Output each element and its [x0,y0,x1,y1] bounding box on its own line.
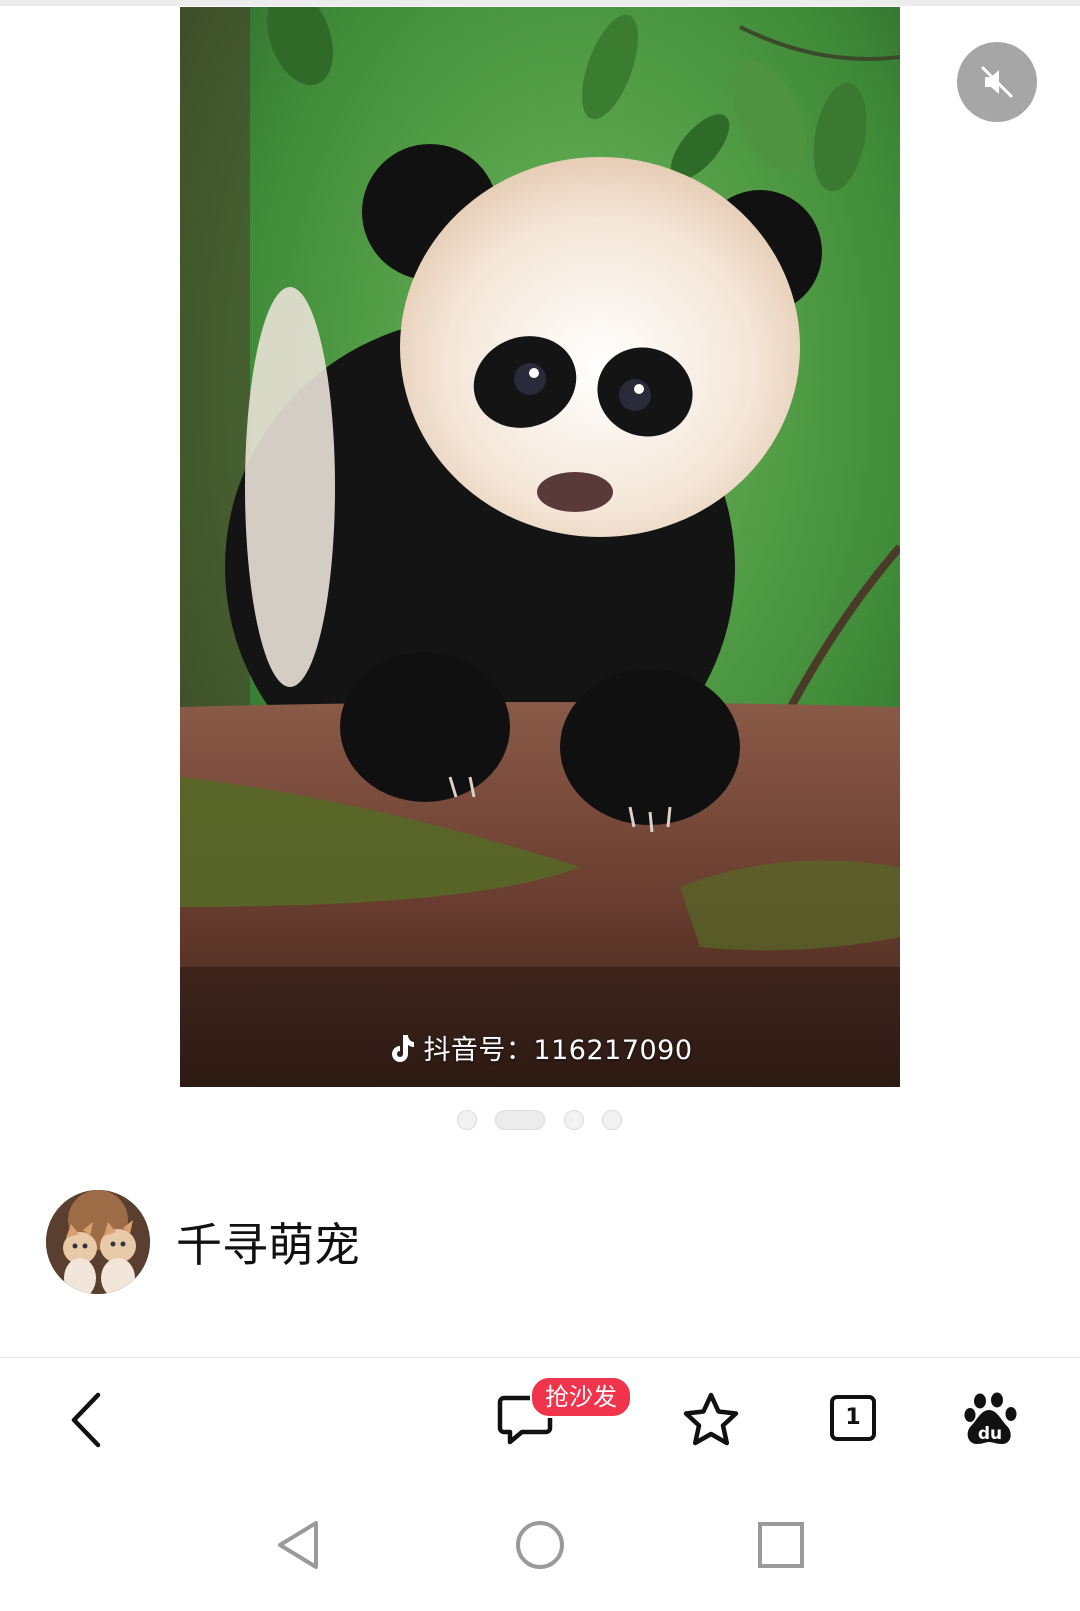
back-button[interactable] [56,1388,116,1452]
kittens-avatar-image [46,1190,150,1294]
tab-count-button[interactable]: 1 [830,1395,876,1441]
system-nav-bar [0,1500,1080,1611]
circle-home-icon [516,1521,564,1569]
baidu-button[interactable]: du [962,1390,1020,1450]
author-name[interactable]: 千寻萌宠 [176,1209,360,1275]
square-recents-icon [758,1522,804,1568]
panda-photo [180,7,900,1087]
system-home-button[interactable] [514,1518,566,1572]
chevron-left-icon [71,1392,101,1448]
carousel-dot[interactable] [602,1110,622,1130]
system-recents-button[interactable] [756,1520,806,1570]
carousel-dot[interactable] [457,1110,477,1130]
author-row[interactable]: 千寻萌宠 [46,1190,360,1294]
speaker-muted-icon [981,66,1013,98]
carousel-indicator [0,1110,1080,1132]
mute-button[interactable] [957,42,1037,122]
carousel-dot-active[interactable] [495,1110,545,1130]
carousel-dot[interactable] [564,1110,584,1130]
post-image[interactable]: 抖音号：116217090 [180,7,900,1087]
favorite-button[interactable] [680,1390,742,1450]
comment-badge: 抢沙发 [530,1376,632,1418]
watermark-text: 抖音号：116217090 [423,1035,693,1066]
tiktok-logo-icon [392,1034,415,1062]
svg-text:du: du [978,1424,1002,1444]
status-strip [0,0,1080,6]
baidu-paw-icon: du [964,1392,1017,1444]
avatar[interactable] [46,1190,150,1294]
triangle-back-icon [278,1521,318,1569]
system-back-button[interactable] [272,1518,324,1572]
star-outline-icon [683,1392,739,1446]
douyin-watermark: 抖音号：116217090 [180,1028,900,1067]
